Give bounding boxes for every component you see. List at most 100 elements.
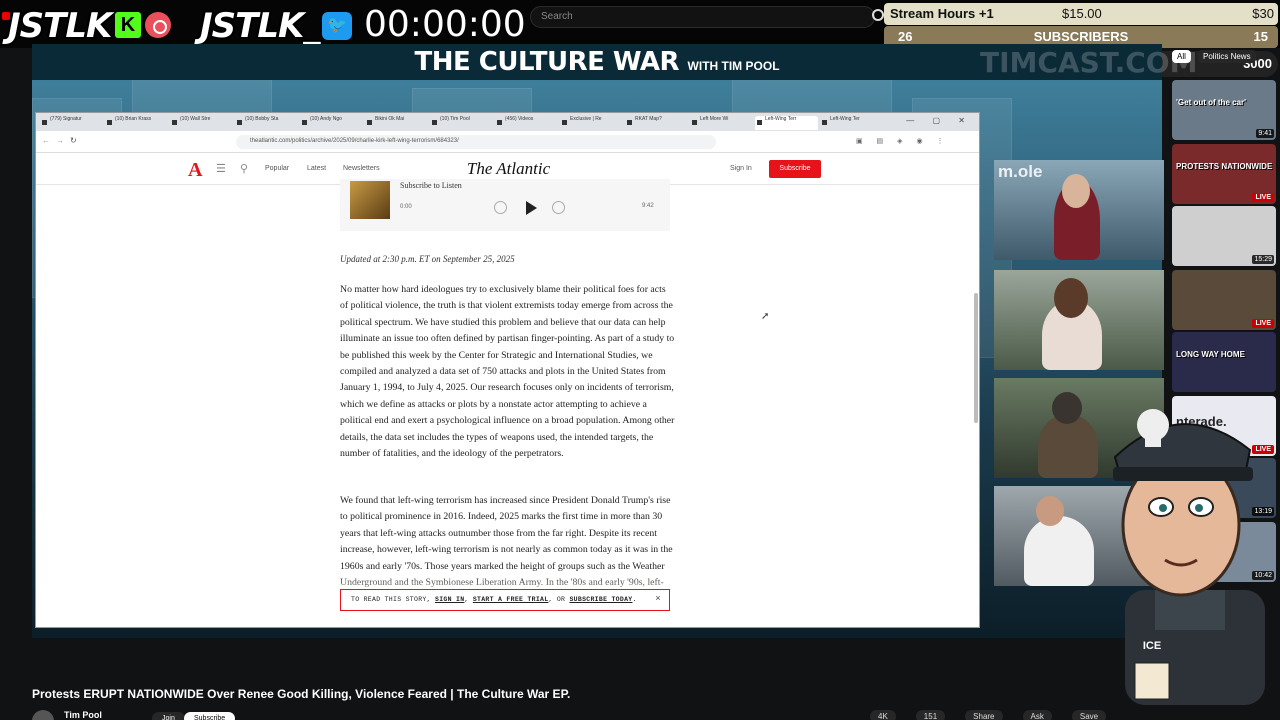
action-button[interactable]: Share bbox=[965, 710, 1003, 720]
search-icon[interactable] bbox=[872, 9, 884, 21]
channel-name[interactable]: Tim Pool bbox=[64, 710, 102, 720]
show-subtitle: WITH TIM POOL bbox=[687, 59, 780, 73]
back-icon[interactable]: ← bbox=[42, 136, 50, 145]
browser-tab[interactable]: Left-Wing Ter bbox=[820, 116, 883, 130]
browser-tab[interactable]: (10) Bobby Sta bbox=[235, 116, 298, 130]
webcam-guest-1 bbox=[994, 270, 1164, 370]
chip-all[interactable]: All bbox=[1172, 50, 1191, 63]
sign-in-link[interactable]: Sign In bbox=[730, 165, 752, 172]
subscribe-button[interactable]: Subscribe bbox=[769, 160, 821, 178]
audio-thumbnail bbox=[350, 181, 390, 219]
paywall-sign-in-link[interactable]: SIGN IN bbox=[435, 596, 464, 603]
audio-subscribe-label[interactable]: Subscribe to Listen bbox=[400, 181, 462, 190]
browser-tab[interactable]: (10) Andy Ngo bbox=[300, 116, 363, 130]
article-paragraph: No matter how hard ideologues try to exc… bbox=[340, 284, 675, 460]
suggested-video-thumbnail[interactable]: 15:29 bbox=[1172, 206, 1276, 266]
fast-forward-icon[interactable] bbox=[552, 201, 565, 214]
play-icon[interactable] bbox=[526, 201, 537, 215]
id-badge bbox=[1134, 662, 1170, 700]
duration-badge: 9:41 bbox=[1256, 129, 1274, 138]
page-scrollbar[interactable] bbox=[974, 293, 978, 423]
browser-tab[interactable]: (10) Brian Krass bbox=[105, 116, 168, 130]
action-button[interactable]: 4K bbox=[870, 710, 896, 720]
brand-left: JSTLK bbox=[8, 6, 112, 46]
mascot-pupil bbox=[1195, 504, 1203, 512]
subscribe-button[interactable]: Subscribe bbox=[184, 712, 236, 720]
url-field[interactable]: theatlantic.com/politics/archive/2025/09… bbox=[236, 135, 716, 149]
person-figure bbox=[1024, 516, 1094, 586]
live-badge: LIVE bbox=[1252, 193, 1274, 202]
join-button[interactable]: Join bbox=[152, 712, 185, 720]
forward-icon[interactable]: → bbox=[56, 136, 64, 145]
subscribers-label: SUBSCRIBERS bbox=[1033, 29, 1129, 44]
stream-hours-goal-amount: $30 bbox=[1252, 6, 1274, 21]
audio-duration: 9:42 bbox=[642, 203, 654, 209]
stream-screen: JSTLK K JSTLK_ 🐦 00:00:00 Search Stream … bbox=[0, 0, 1280, 720]
stream-hours-goal: Stream Hours +1 $15.00 $30 bbox=[884, 3, 1278, 25]
subscribers-goal-count: 15 bbox=[1253, 29, 1268, 44]
paywall-or: , OR bbox=[548, 596, 566, 603]
paywall-trial-link[interactable]: START A FREE TRIAL bbox=[473, 596, 549, 603]
live-badge: LIVE bbox=[1252, 319, 1274, 328]
person-head bbox=[1052, 392, 1082, 424]
browser-tab[interactable]: (10) Tim Pool bbox=[430, 116, 493, 130]
action-button[interactable]: Ask bbox=[1022, 710, 1052, 720]
twitter-bird-icon: 🐦 bbox=[322, 12, 352, 40]
brand-right: JSTLK_ bbox=[200, 6, 320, 46]
close-icon[interactable]: × bbox=[655, 594, 661, 604]
browser-tab[interactable]: Bikini Ok Mai bbox=[365, 116, 428, 130]
browser-tab[interactable]: Exclusive | Re bbox=[560, 116, 623, 130]
site-title[interactable]: The Atlantic bbox=[36, 159, 979, 179]
browser-tab[interactable]: (779) Signatur bbox=[40, 116, 103, 130]
thumbnail-caption: 'Get out of the car' bbox=[1176, 98, 1247, 107]
browser-tab[interactable]: RKAT Map? bbox=[625, 116, 688, 130]
webcam-host: m.ole bbox=[994, 160, 1164, 260]
kick-logo-icon: K bbox=[115, 12, 141, 38]
skull-jaw bbox=[1145, 437, 1161, 447]
thumbnail-caption: PROTESTS NATIONWIDE bbox=[1176, 162, 1273, 171]
video-title[interactable]: Protests ERUPT NATIONWIDE Over Renee Goo… bbox=[32, 687, 570, 701]
paywall-prefix: TO READ THIS STORY, bbox=[351, 596, 431, 603]
rewind-icon[interactable] bbox=[494, 201, 507, 214]
extension-icons[interactable]: ▣ ▤ ◈ ◉ ⋮ bbox=[856, 137, 950, 145]
browser-tab[interactable]: Left-Wing Terr bbox=[755, 116, 818, 130]
audio-player: Subscribe to Listen 0:00 9:42 bbox=[340, 179, 670, 231]
person-head bbox=[1054, 278, 1088, 318]
action-button[interactable]: 151 bbox=[915, 710, 946, 720]
ice-badge-label: ICE bbox=[1143, 640, 1161, 652]
browser-tab[interactable]: Left More Wi bbox=[690, 116, 753, 130]
action-button[interactable]: Save bbox=[1071, 710, 1107, 720]
mouse-cursor-icon: ➚ bbox=[761, 311, 770, 322]
thumbnail-caption: LONG WAY HOME bbox=[1176, 350, 1245, 359]
updated-timestamp: Updated at 2:30 p.m. ET on September 25,… bbox=[340, 254, 515, 264]
avatar[interactable] bbox=[32, 710, 54, 720]
stream-hours-label: Stream Hours +1 bbox=[890, 6, 994, 21]
suggested-video-thumbnail[interactable]: PROTESTS NATIONWIDE LIVE bbox=[1172, 144, 1276, 204]
timcast-watermark: TIMCAST.COM bbox=[980, 46, 1198, 79]
record-icon bbox=[145, 12, 171, 38]
audio-current-time: 0:00 bbox=[400, 204, 412, 210]
mascot-cap-brim bbox=[1113, 467, 1253, 481]
reload-icon[interactable]: ↻ bbox=[70, 136, 77, 145]
suggested-video-thumbnail[interactable]: LIVE bbox=[1172, 270, 1276, 330]
stream-hours-value: $15.00 bbox=[1062, 6, 1102, 21]
suggested-video-thumbnail[interactable]: LONG WAY HOME bbox=[1172, 332, 1276, 392]
show-title: THE CULTURE WAR bbox=[414, 47, 680, 77]
person-head bbox=[1062, 174, 1090, 208]
duration-badge: 15:29 bbox=[1252, 255, 1274, 264]
paywall-subscribe-link[interactable]: SUBSCRIBE TODAY bbox=[569, 596, 632, 603]
browser-window: (779) Signatur (10) Brian Krass (10) Wall … bbox=[35, 112, 980, 628]
video-actions: 4K 151 Share Ask Save bbox=[870, 710, 1126, 720]
suggested-video-thumbnail[interactable]: 'Get out of the car' 9:41 bbox=[1172, 80, 1276, 140]
stream-timer: 00:00:00 bbox=[364, 4, 526, 45]
browser-tab[interactable]: (456) Videos bbox=[495, 116, 558, 130]
browser-tab[interactable]: (10) Wall Stre bbox=[170, 116, 233, 130]
search-input[interactable]: Search bbox=[530, 6, 875, 28]
channel-row: Tim Pool Join Subscribe bbox=[32, 708, 632, 720]
paywall-banner: TO READ THIS STORY, SIGN IN, START A FRE… bbox=[340, 589, 670, 611]
chip-politics-news[interactable]: Politics News bbox=[1198, 50, 1256, 63]
window-controls[interactable]: — ▢ ✕ bbox=[906, 116, 973, 125]
skull-icon bbox=[1137, 409, 1169, 441]
cam-logo: m.ole bbox=[998, 162, 1043, 181]
person-head bbox=[1036, 496, 1064, 526]
